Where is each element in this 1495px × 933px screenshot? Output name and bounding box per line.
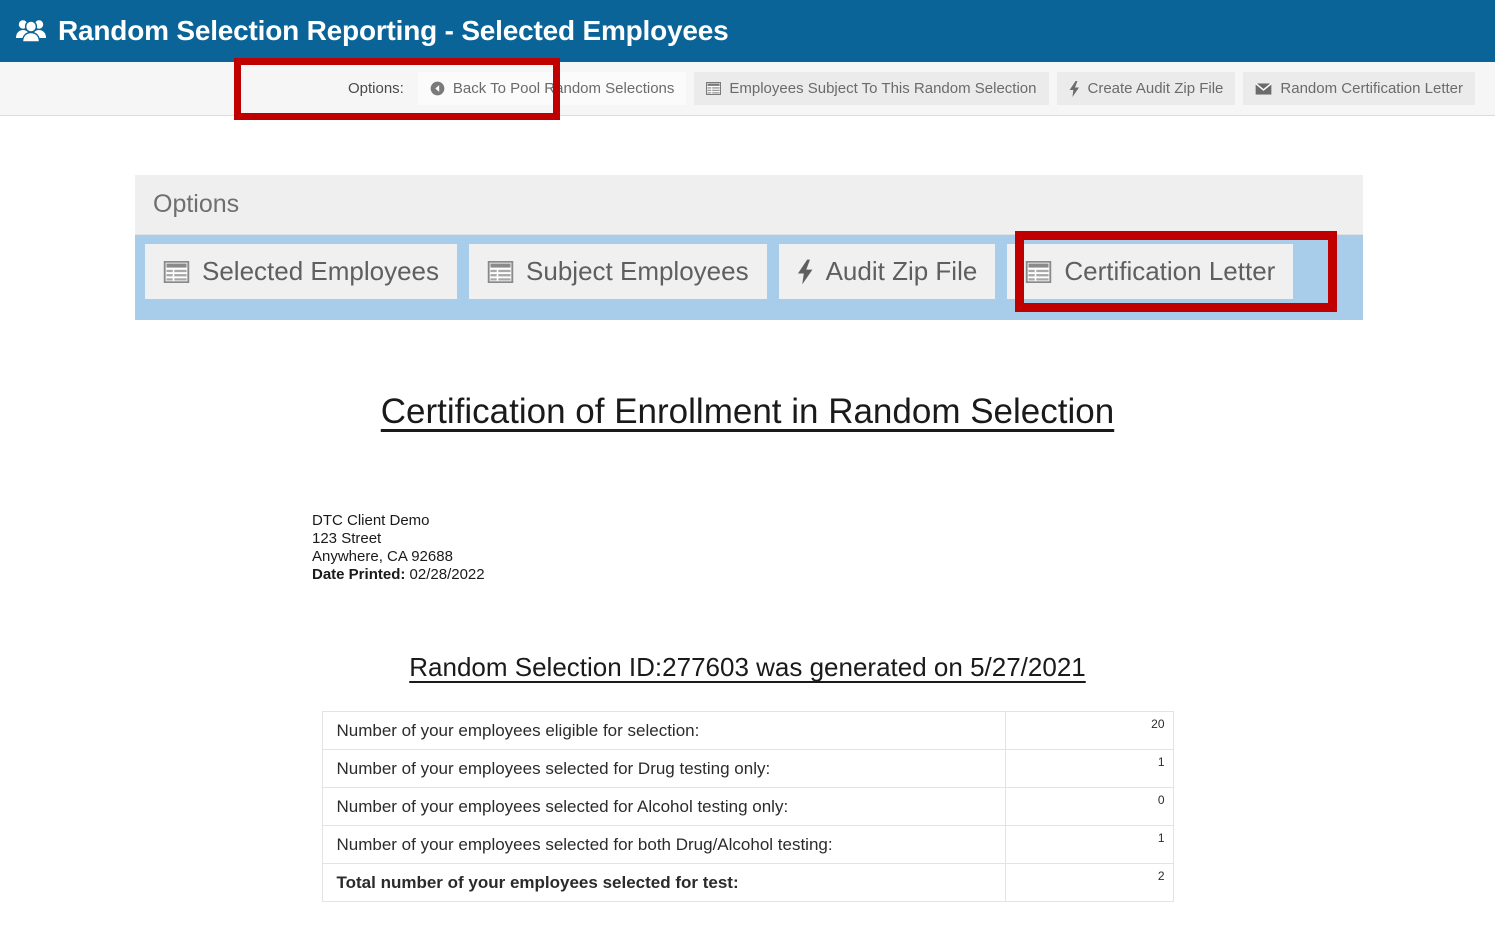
users-group-icon	[14, 16, 48, 46]
report-title: Certification of Enrollment in Random Se…	[0, 392, 1495, 432]
envelope-icon	[1255, 83, 1272, 95]
company-city-state-zip: Anywhere, CA 92688	[312, 548, 1495, 566]
options-card-title: Options	[153, 190, 239, 219]
table-list-icon	[487, 261, 514, 283]
toolbar-button-label: Back To Pool Random Selections	[453, 80, 675, 97]
option-button-label: Audit Zip File	[826, 256, 978, 287]
summary-row-value: 1	[1005, 826, 1173, 864]
option-button-audit-zip-file[interactable]: Audit Zip File	[779, 244, 996, 299]
toolbar-button-label: Random Certification Letter	[1280, 80, 1463, 97]
company-street: 123 Street	[312, 530, 1495, 548]
summary-row-value: 0	[1005, 788, 1173, 826]
app-header: Random Selection Reporting - Selected Em…	[0, 0, 1495, 62]
options-card-header: Options	[135, 175, 1363, 235]
summary-row-label: Number of your employees selected for Dr…	[322, 750, 1005, 788]
summary-table-body: Number of your employees eligible for se…	[322, 712, 1173, 902]
toolbar-button-random-certification-letter[interactable]: Random Certification Letter	[1243, 72, 1475, 105]
options-card: Options Selected Employees	[135, 175, 1363, 320]
summary-row-value: 1	[1005, 750, 1173, 788]
toolbar-button-label: Employees Subject To This Random Selecti…	[729, 80, 1036, 97]
certification-report: Certification of Enrollment in Random Se…	[0, 392, 1495, 902]
option-button-subject-employees[interactable]: Subject Employees	[469, 244, 767, 299]
selection-summary-table: Number of your employees eligible for se…	[322, 711, 1174, 902]
table-list-icon	[163, 261, 190, 283]
summary-row-label: Number of your employees selected for Al…	[322, 788, 1005, 826]
options-label: Options:	[348, 80, 404, 97]
summary-row-value: 20	[1005, 712, 1173, 750]
table-row-total: Total number of your employees selected …	[322, 864, 1173, 902]
table-list-icon	[706, 82, 721, 95]
back-circle-arrow-icon	[430, 81, 445, 96]
date-printed-line: Date Printed: 02/28/2022	[312, 566, 1495, 584]
table-row: Number of your employees eligible for se…	[322, 712, 1173, 750]
option-button-label: Subject Employees	[526, 256, 749, 287]
date-printed-value: 02/28/2022	[410, 566, 485, 583]
summary-row-label: Number of your employees selected for bo…	[322, 826, 1005, 864]
toolbar-button-back-to-pool-random-selections[interactable]: Back To Pool Random Selections	[418, 72, 687, 105]
toolbar-button-label: Create Audit Zip File	[1088, 80, 1224, 97]
summary-row-value: 2	[1005, 864, 1173, 902]
table-row: Number of your employees selected for bo…	[322, 826, 1173, 864]
option-button-label: Certification Letter	[1064, 256, 1275, 287]
company-address-block: DTC Client Demo 123 Street Anywhere, CA …	[312, 512, 1495, 584]
summary-row-label: Total number of your employees selected …	[322, 864, 1005, 902]
table-list-icon	[1025, 261, 1052, 283]
table-row: Number of your employees selected for Al…	[322, 788, 1173, 826]
option-button-label: Selected Employees	[202, 256, 439, 287]
table-row: Number of your employees selected for Dr…	[322, 750, 1173, 788]
company-name: DTC Client Demo	[312, 512, 1495, 530]
options-toolbar: Options: Back To Pool Random Selections …	[0, 62, 1495, 116]
toolbar-button-employees-subject-to-this-random-selection[interactable]: Employees Subject To This Random Selecti…	[694, 72, 1048, 105]
page-title: Random Selection Reporting - Selected Em…	[58, 15, 729, 47]
random-selection-heading: Random Selection ID:277603 was generated…	[0, 652, 1495, 683]
lightning-bolt-icon	[797, 259, 814, 285]
toolbar-button-create-audit-zip-file[interactable]: Create Audit Zip File	[1057, 72, 1236, 105]
date-printed-label: Date Printed:	[312, 566, 405, 583]
option-button-certification-letter[interactable]: Certification Letter	[1007, 244, 1293, 299]
option-button-selected-employees[interactable]: Selected Employees	[145, 244, 457, 299]
options-card-body: Selected Employees Subject Employees	[135, 235, 1363, 320]
lightning-bolt-icon	[1069, 81, 1080, 97]
summary-row-label: Number of your employees eligible for se…	[322, 712, 1005, 750]
